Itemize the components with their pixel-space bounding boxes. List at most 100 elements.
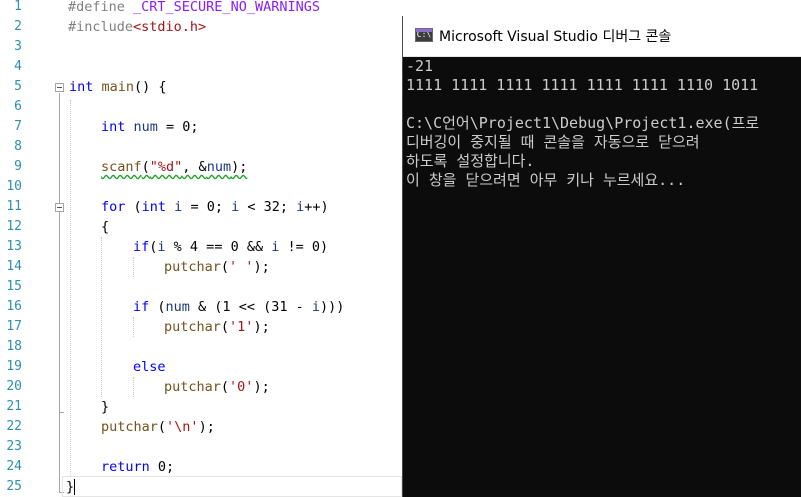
line-number: 24 [6, 459, 22, 474]
line-number: 21 [6, 399, 22, 414]
indent-guide [133, 257, 134, 277]
console-output-line: 하도록 설정합니다. [406, 152, 535, 170]
line-number: 8 [14, 139, 22, 154]
code-text: = 0; [182, 199, 232, 215]
function-name: putchar [164, 319, 221, 335]
console-output-line: C:\C언어\Project1\Debug\Project1.exe(프로 [406, 114, 760, 132]
line-number: 18 [6, 339, 22, 354]
keyword: for [101, 199, 126, 215]
keyword: int [69, 79, 94, 95]
code-line-12[interactable]: { [101, 217, 109, 237]
code-line-21[interactable]: } [101, 397, 109, 417]
code-text: ); [231, 159, 248, 175]
line-number: 5 [14, 79, 22, 94]
line-number: 22 [6, 419, 22, 434]
console-output-line: -21 [406, 57, 434, 75]
string-literal: ' ' [229, 259, 254, 275]
line-number-gutter: 1 2 3 4 5 6 7 8 9 10 11 12 13 14 15 16 1… [0, 0, 22, 497]
code-text: ( [157, 419, 167, 435]
code-text: & (1 << (31 - [189, 299, 312, 315]
function-name: scanf [101, 159, 142, 175]
variable: i [311, 299, 320, 315]
indent-guide [133, 317, 134, 337]
line-number: 15 [6, 279, 22, 294]
keyword: if [133, 239, 150, 255]
line-number: 23 [6, 439, 22, 454]
fold-region-line [59, 93, 60, 493]
code-text: 0; [149, 459, 175, 475]
line-number: 25 [6, 479, 22, 494]
code-line-13[interactable]: if(i % 4 == 0 && i != 0) [133, 237, 328, 257]
line-number: 16 [6, 299, 22, 314]
keyword: int [101, 119, 126, 135]
code-line-19[interactable]: else [133, 357, 166, 377]
code-line-5[interactable]: int main() { [69, 77, 167, 97]
string-literal: '1' [229, 319, 254, 335]
code-line-25[interactable]: } [66, 477, 74, 497]
line-number: 3 [14, 39, 22, 54]
code-text: < 32; [239, 199, 297, 215]
code-text: ( [220, 319, 230, 335]
variable: num [206, 159, 232, 175]
console-app-icon: C:\ [415, 28, 433, 42]
code-line-16[interactable]: if (num & (1 << (31 - i))) [133, 297, 344, 317]
code-line-1[interactable]: #define _CRT_SECURE_NO_WARNINGS [68, 0, 320, 17]
keyword: int [141, 199, 167, 215]
variable: num [125, 119, 158, 135]
line-number: 20 [6, 379, 22, 394]
indent-guide [133, 377, 134, 397]
code-line-17[interactable]: putchar('1'); [164, 317, 270, 337]
debug-console-window[interactable]: C:\ Microsoft Visual Studio 디버그 콘솔 -21 1… [402, 16, 801, 497]
code-text: ))) [319, 299, 345, 315]
line-number: 4 [14, 59, 22, 74]
line-number: 13 [6, 239, 22, 254]
keyword: else [133, 359, 166, 375]
string-literal: "%d" [149, 159, 183, 175]
include-header: <stdio.h> [133, 19, 207, 35]
code-line-20[interactable]: putchar('0'); [164, 377, 270, 397]
function-name: main [93, 79, 135, 95]
code-text: ); [253, 319, 270, 335]
code-text: ); [253, 259, 270, 275]
preprocessor-directive: #include [68, 19, 134, 35]
code-line-11[interactable]: for (int i = 0; i < 32; i++) [101, 197, 329, 217]
console-title: Microsoft Visual Studio 디버그 콘솔 [439, 29, 672, 45]
line-number: 1 [14, 0, 22, 14]
code-line-22[interactable]: putchar('\n'); [101, 417, 215, 437]
console-output[interactable]: -21 1111 1111 1111 1111 1111 1111 1110 1… [403, 57, 801, 497]
variable: num [165, 299, 190, 315]
line-number: 14 [6, 259, 22, 274]
code-line-7[interactable]: int num = 0; [101, 117, 199, 137]
line-number: 7 [14, 119, 22, 134]
console-title-bar[interactable]: C:\ Microsoft Visual Studio 디버그 콘솔 [403, 16, 801, 57]
indent-guide [101, 237, 102, 397]
fold-end-tick [59, 412, 64, 413]
code-text: != 0) [279, 239, 329, 255]
code-line-2[interactable]: #include<stdio.h> [68, 17, 206, 37]
variable: i [231, 199, 240, 215]
code-line-14[interactable]: putchar(' '); [164, 257, 270, 277]
line-number: 6 [14, 99, 22, 114]
code-text: ++) [304, 199, 329, 215]
line-number: 17 [6, 319, 22, 334]
collapse-main-toggle[interactable] [55, 83, 64, 92]
function-name: putchar [164, 379, 221, 395]
current-line-highlight [62, 476, 402, 497]
code-text: ); [198, 419, 215, 435]
warning-squiggle[interactable]: scanf("%d", &num); [101, 159, 247, 175]
code-text: ); [253, 379, 270, 395]
code-text: ( [220, 259, 230, 275]
code-line-24[interactable]: return 0; [101, 457, 174, 477]
text-caret [74, 479, 75, 495]
code-line-9[interactable]: scanf("%d", &num); [101, 157, 247, 177]
code-text: , & [182, 159, 207, 175]
string-literal: '\n' [166, 419, 199, 435]
code-text: ( [220, 379, 230, 395]
line-number: 2 [14, 19, 22, 34]
code-text: = 0; [157, 119, 199, 135]
line-number: 9 [14, 159, 22, 174]
variable: i [157, 239, 166, 255]
string-literal: '0' [229, 379, 254, 395]
line-number: 10 [6, 179, 22, 194]
collapse-for-toggle[interactable] [55, 203, 64, 212]
